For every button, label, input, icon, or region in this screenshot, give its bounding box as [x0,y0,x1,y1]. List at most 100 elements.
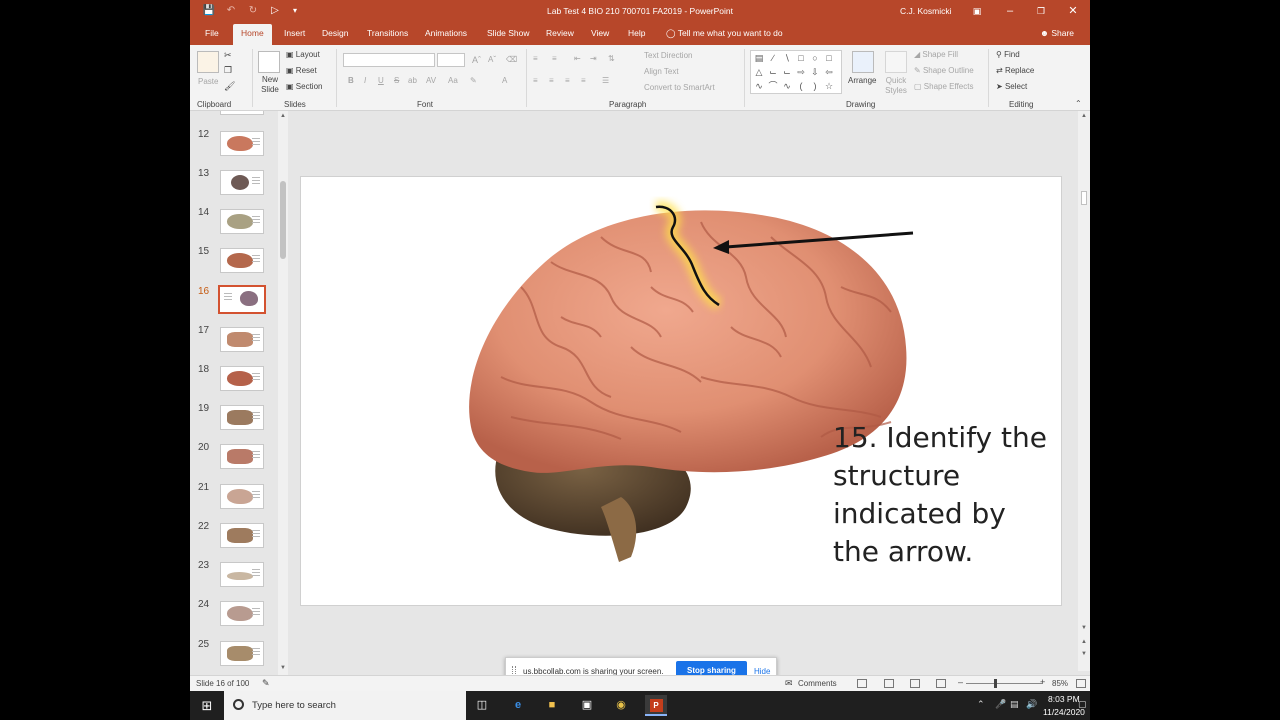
zoom-level[interactable]: 85% [1052,679,1068,688]
tab-file[interactable]: File [205,28,219,38]
task-view-icon[interactable]: ◫ [471,695,493,716]
scroll-down-icon[interactable]: ▼ [280,665,286,671]
tab-help[interactable]: Help [628,28,645,38]
line-shape-icon[interactable]: ∕ [767,52,779,64]
slide-thumbnail[interactable] [220,209,264,234]
shape-outline-button[interactable]: ✎ Shape Outline [914,66,974,75]
align-center-icon[interactable]: ≡ [549,76,554,85]
zoom-in-icon[interactable]: + [1040,677,1045,687]
layout-button[interactable]: ▣ Layout [286,50,320,59]
find-button[interactable]: ⚲ Find [996,50,1020,59]
tab-view[interactable]: View [591,28,609,38]
next-slide-icon[interactable]: ▼ [1081,651,1087,657]
font-color-button[interactable]: A [502,76,507,85]
arc-shape-icon[interactable]: ⌒ [767,80,779,92]
save-icon[interactable]: 💾 [202,4,216,18]
arrow-right-shape-icon[interactable]: ⇨ [795,66,807,78]
columns-icon[interactable]: ☰ [602,76,609,85]
taskbar-search-box[interactable]: Type here to search [224,691,466,720]
slide-thumbnail-partial[interactable] [220,111,264,115]
minimize-button[interactable]: – [1000,3,1020,19]
fit-to-window-icon[interactable] [1076,679,1086,688]
spelling-check-icon[interactable]: ✎ [262,678,270,689]
slide-thumbnail[interactable] [220,444,264,469]
slide-thumbnail[interactable] [220,131,264,156]
tab-transitions[interactable]: Transitions [367,28,408,38]
store-icon[interactable]: ▣ [576,695,598,716]
slide-thumbnail[interactable] [220,562,264,587]
cut-icon[interactable]: ✂ [224,50,232,61]
rectangle-shape-icon[interactable]: □ [795,52,807,64]
zoom-slider-handle[interactable] [994,679,997,688]
redo-icon[interactable]: ↻ [246,4,260,18]
bullets-icon[interactable]: ≡ [533,54,538,63]
slide-show-icon[interactable] [936,679,946,688]
align-right-icon[interactable]: ≡ [565,76,570,85]
tell-me-search[interactable]: ◯ Tell me what you want to do [666,28,783,39]
tab-review[interactable]: Review [546,28,574,38]
slide-canvas[interactable]: 15. Identify the structure indicated by … [301,177,1061,605]
triangle-shape-icon[interactable]: △ [753,66,765,78]
scroll-up-icon[interactable]: ▲ [1081,113,1087,119]
format-painter-icon[interactable]: 🖌 [224,81,235,92]
justify-icon[interactable]: ≡ [581,76,586,85]
line-shape-icon[interactable]: ∖ [781,52,793,64]
editor-scrollbar[interactable]: ▲ ▼ ▲ ▼ [1078,111,1090,671]
brace-shape-icon[interactable]: ( [795,80,807,92]
curve-shape-icon[interactable]: ∿ [753,80,765,92]
zoom-out-icon[interactable]: – [958,677,963,687]
question-text[interactable]: 15. Identify the structure indicated by … [833,419,1057,571]
clear-formatting-icon[interactable]: ⌫ [506,55,517,64]
font-size-combo[interactable] [437,53,465,67]
tab-design[interactable]: Design [322,28,348,38]
line-spacing-icon[interactable]: ⇅ [608,54,615,63]
tab-home[interactable]: Home [233,24,272,45]
numbering-icon[interactable]: ≡ [552,54,557,63]
previous-slide-icon[interactable]: ▲ [1081,639,1087,645]
connector-shape-icon[interactable]: ⌙ [781,66,793,78]
increase-indent-icon[interactable]: ⇥ [590,54,597,63]
slide-thumbnail[interactable] [220,641,264,666]
section-button[interactable]: ▣ Section [286,82,322,91]
scroll-up-icon[interactable]: ▲ [280,113,286,119]
share-button[interactable]: ☻ Share [1040,28,1074,38]
slide-thumbnails-pane[interactable]: 12 13 14 15 16 17 18 19 20 21 22 23 24 2… [190,111,290,675]
show-hidden-icons-icon[interactable]: ⌃ [977,699,985,710]
scrollbar-thumb[interactable] [280,181,286,259]
comment-icon[interactable]: ✉ [785,678,793,689]
quick-styles-icon[interactable] [885,51,907,73]
align-text-button[interactable]: Align Text [644,67,679,76]
powerpoint-icon[interactable]: P [645,695,667,716]
character-spacing-button[interactable]: AV [426,76,436,85]
customize-qat-icon[interactable]: ▾ [288,4,302,18]
zoom-slider[interactable] [966,683,1042,684]
reading-view-icon[interactable] [910,679,920,688]
slide-thumbnail[interactable] [220,601,264,626]
start-from-beginning-icon[interactable]: ▷ [268,4,282,18]
shape-effects-button[interactable]: ▢ Shape Effects [914,82,973,91]
slide-thumbnail[interactable] [220,327,264,352]
increase-font-icon[interactable]: Aˆ [472,55,481,65]
scroll-down-icon[interactable]: ▼ [1081,625,1087,631]
arrange-icon[interactable] [852,51,874,73]
text-direction-button[interactable]: Text Direction [644,51,692,60]
align-left-icon[interactable]: ≡ [533,76,538,85]
textbox-shape-icon[interactable]: ▤ [753,52,765,64]
rectangle-shape-icon[interactable]: □ [823,52,835,64]
replace-button[interactable]: ⇄ Replace [996,66,1034,75]
arrow-left-shape-icon[interactable]: ⇦ [823,66,835,78]
slide-thumbnail[interactable] [220,484,264,509]
chrome-icon[interactable]: ◉ [610,695,632,716]
copy-icon[interactable]: ❐ [224,65,232,76]
change-case-button[interactable]: Aa [448,76,458,85]
text-shadow-button[interactable]: ab [408,76,417,85]
normal-view-icon[interactable] [857,679,867,688]
slide-thumbnail[interactable] [220,366,264,391]
strikethrough-button[interactable]: S [394,76,399,85]
arrange-button[interactable]: Arrange [848,76,876,85]
freeform-shape-icon[interactable]: ∿ [781,80,793,92]
slide-thumbnail[interactable] [220,523,264,548]
underline-button[interactable]: U [378,76,384,85]
shapes-gallery[interactable]: ▤ ∕ ∖ □ ○ □ △ ⌙ ⌙ ⇨ ⇩ ⇦ ∿ ⌒ ∿ ( ) ☆ [750,50,842,94]
new-slide-icon[interactable] [258,51,280,73]
